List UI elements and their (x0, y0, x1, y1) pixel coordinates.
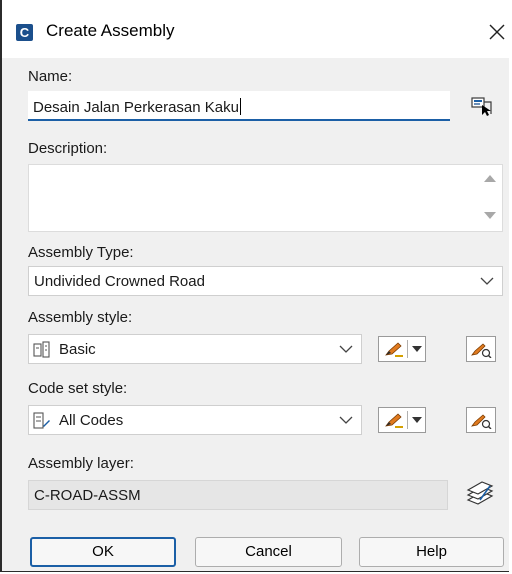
assembly-style-select[interactable]: Basic (28, 334, 362, 364)
code-set-style-label: Code set style: (28, 380, 128, 397)
chevron-down-icon (480, 277, 494, 285)
assembly-layer-label: Assembly layer: (28, 455, 134, 472)
scroll-down-icon[interactable] (484, 212, 496, 219)
assembly-layer-field: C-ROAD-ASSM (28, 480, 448, 510)
ok-button[interactable]: OK (30, 537, 176, 567)
dialog-title: Create Assembly (46, 21, 175, 40)
code-set-icon (33, 412, 50, 429)
chevron-down-icon (339, 345, 353, 353)
pick-from-drawing-icon (471, 97, 492, 116)
assembly-style-edit-split-button[interactable] (378, 336, 426, 362)
assembly-type-value: Undivided Crowned Road (34, 273, 205, 290)
assembly-style-icon (33, 341, 50, 358)
help-button[interactable]: Help (359, 537, 504, 567)
description-textarea[interactable] (28, 164, 503, 232)
assembly-layer-value: C-ROAD-ASSM (34, 487, 141, 504)
assembly-style-value: Basic (59, 341, 96, 358)
cancel-button[interactable]: Cancel (195, 537, 342, 567)
code-set-style-value: All Codes (59, 412, 124, 429)
code-set-style-view-button[interactable] (466, 407, 496, 433)
assembly-style-view-button[interactable] (466, 336, 496, 362)
assembly-type-select[interactable]: Undivided Crowned Road (28, 266, 503, 296)
close-button[interactable] (484, 16, 510, 46)
create-assembly-dialog: C Create Assembly Name: Desain Jalan Per… (0, 0, 511, 572)
edit-style-pen-icon (385, 413, 403, 428)
layer-icon (466, 481, 494, 505)
name-label: Name: (28, 68, 73, 85)
edit-style-pen-icon (385, 342, 403, 357)
code-set-style-select[interactable]: All Codes (28, 405, 362, 435)
dropdown-arrow-icon[interactable] (412, 417, 422, 423)
assembly-style-label: Assembly style: (28, 309, 133, 326)
close-icon (489, 24, 505, 40)
assembly-type-label: Assembly Type: (28, 244, 134, 261)
description-label: Description: (28, 140, 108, 157)
code-set-style-edit-split-button[interactable] (378, 407, 426, 433)
split-divider (407, 411, 408, 429)
view-style-icon (471, 343, 492, 358)
scroll-up-icon[interactable] (484, 175, 496, 182)
view-style-icon (471, 414, 492, 429)
dropdown-arrow-icon[interactable] (412, 346, 422, 352)
chevron-down-icon (339, 416, 353, 424)
civil3d-app-icon: C (16, 24, 33, 41)
title-bar: C Create Assembly (2, 0, 511, 58)
pick-name-button[interactable] (470, 94, 494, 118)
assembly-layer-button[interactable] (464, 480, 496, 508)
split-divider (407, 340, 408, 358)
text-caret (239, 98, 241, 115)
name-input[interactable]: Desain Jalan Perkerasan Kaku (28, 91, 450, 121)
name-input-value: Desain Jalan Perkerasan Kaku (33, 99, 239, 116)
